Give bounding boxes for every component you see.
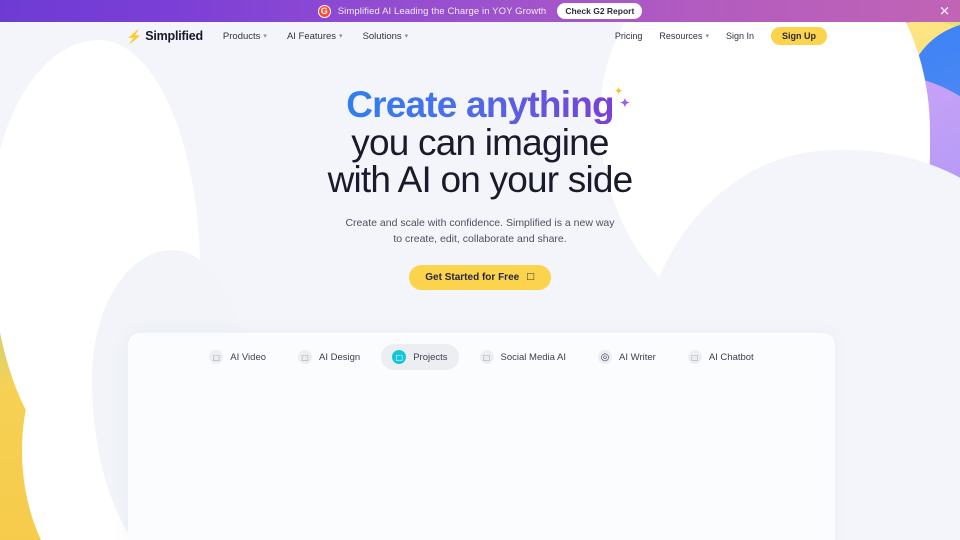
tab-ai-video[interactable]: □ AI Video xyxy=(198,344,277,370)
headline-line-1: Create anything ✦ ✦ xyxy=(0,86,960,124)
g2-logo-icon: G xyxy=(317,4,331,18)
tab-ai-writer-label: AI Writer xyxy=(619,351,656,363)
tab-social-media-ai-label: Social Media AI xyxy=(500,351,567,363)
nav-item-products-label: Products xyxy=(222,30,261,42)
navbar-right-group: Pricing Resources ▾ Sign In Sign Up xyxy=(615,27,827,45)
headline-line-2: you can imagine xyxy=(351,121,609,163)
ai-design-icon: □ xyxy=(298,350,313,364)
nav-link-pricing[interactable]: Pricing xyxy=(615,31,643,41)
tab-projects-label: Projects xyxy=(413,351,448,363)
tab-ai-chatbot[interactable]: □ AI Chatbot xyxy=(677,344,765,370)
social-media-ai-icon: □ xyxy=(479,350,494,364)
headline-gradient-text: Create anything xyxy=(346,84,614,125)
brand-name: Simplified xyxy=(145,29,203,43)
ai-video-icon: □ xyxy=(209,350,224,364)
tab-ai-writer[interactable]: ◎ AI Writer xyxy=(587,344,667,370)
tab-ai-design-label: AI Design xyxy=(319,351,361,363)
tab-ai-video-label: AI Video xyxy=(230,351,267,363)
sign-up-button[interactable]: Sign Up xyxy=(771,27,827,45)
page-title: Create anything ✦ ✦ you can imagine with A… xyxy=(0,86,960,199)
tab-social-media-ai[interactable]: □ Social Media AI xyxy=(469,344,577,370)
page-root: G Simplified AI Leading the Charge in YO… xyxy=(0,0,960,540)
arrow-right-icon: □ xyxy=(526,272,535,283)
chevron-down-icon: ▾ xyxy=(339,32,343,40)
announcement-content: G Simplified AI Leading the Charge in YO… xyxy=(317,3,643,19)
sparkle-small-icon: ✦ xyxy=(614,86,623,96)
brand-logo[interactable]: ⚡ Simplified xyxy=(126,29,203,43)
main-navbar: ⚡ Simplified Products ▾ AI Features ▾ So… xyxy=(0,22,960,50)
check-g2-report-button[interactable]: Check G2 Report xyxy=(557,3,643,19)
get-started-for-free-button[interactable]: Get Started for Free □ xyxy=(409,264,551,290)
cta-container: Get Started for Free □ xyxy=(0,264,960,290)
chevron-down-icon: ▾ xyxy=(705,32,709,40)
chevron-down-icon: ▾ xyxy=(263,32,267,40)
nav-item-solutions[interactable]: Solutions ▾ xyxy=(363,31,409,42)
ai-chatbot-icon: □ xyxy=(687,350,702,364)
hero-section: Create anything ✦ ✦ you can imagine with A… xyxy=(0,50,960,290)
chevron-down-icon: ▾ xyxy=(404,32,409,40)
announcement-banner: G Simplified AI Leading the Charge in YO… xyxy=(0,0,960,22)
lightning-bolt-icon: ⚡ xyxy=(126,28,143,44)
nav-item-ai-features-label: AI Features xyxy=(286,30,337,42)
feature-tabs: □ AI Video □ AI Design □ Projects □ Soci… xyxy=(128,333,835,370)
nav-item-ai-features[interactable]: AI Features ▾ xyxy=(287,31,343,42)
cta-label: Get Started for Free xyxy=(425,271,520,283)
feature-panel: □ AI Video □ AI Design □ Projects □ Soci… xyxy=(128,333,835,540)
navbar-left-group: ⚡ Simplified Products ▾ AI Features ▾ So… xyxy=(126,29,408,43)
headline-line-3: with AI on your side xyxy=(327,159,634,201)
nav-item-resources-label: Resources xyxy=(659,31,703,41)
hero-subtitle: Create and scale with confidence. Simpli… xyxy=(0,216,960,248)
sparkle-large-icon: ✦ xyxy=(619,96,630,110)
nav-item-resources[interactable]: Resources ▾ xyxy=(659,31,709,41)
sign-in-link[interactable]: Sign In xyxy=(726,31,754,41)
ai-writer-icon: ◎ xyxy=(598,350,613,364)
nav-item-products[interactable]: Products ▾ xyxy=(223,31,267,42)
projects-icon: □ xyxy=(392,350,407,364)
tab-ai-design[interactable]: □ AI Design xyxy=(287,344,371,370)
announcement-text: Simplified AI Leading the Charge in YOY … xyxy=(337,5,547,17)
hero-subtitle-line-2: to create, edit, collaborate and share. xyxy=(393,232,567,245)
tab-ai-chatbot-label: AI Chatbot xyxy=(708,351,754,363)
nav-item-solutions-label: Solutions xyxy=(362,30,402,42)
close-icon[interactable]: ✕ xyxy=(939,5,950,18)
hero-subtitle-line-1: Create and scale with confidence. Simpli… xyxy=(345,217,615,230)
tab-projects[interactable]: □ Projects xyxy=(381,344,459,370)
